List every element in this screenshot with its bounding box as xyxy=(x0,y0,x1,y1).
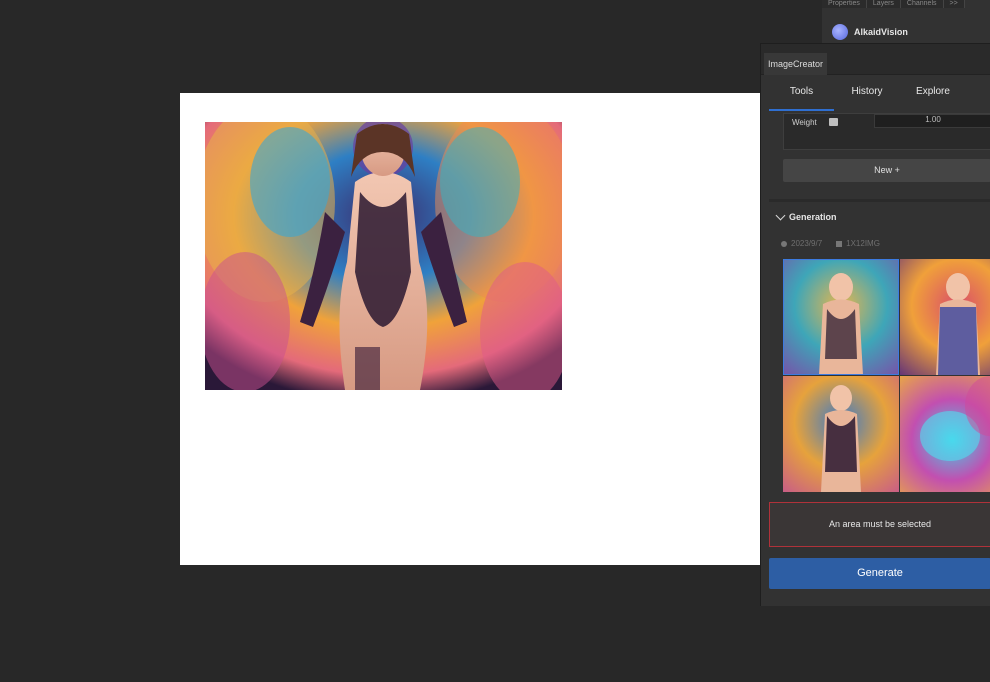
bg-tab-layers[interactable]: Layers xyxy=(866,0,901,8)
subtab-tools[interactable]: Tools xyxy=(769,75,834,111)
weight-label: Weight xyxy=(792,118,817,127)
thumbnail-3-image xyxy=(783,376,899,492)
new-button[interactable]: New + xyxy=(783,159,990,182)
image-icon xyxy=(836,240,843,247)
thumbnail-4[interactable] xyxy=(900,376,990,492)
thumbnail-1[interactable] xyxy=(783,259,899,375)
generation-count: 1X12IMG xyxy=(836,239,880,248)
section-divider xyxy=(769,199,990,202)
panel-overflow-icon[interactable]: >> xyxy=(943,0,965,8)
subtab-explore[interactable]: Explore xyxy=(901,75,965,111)
bg-tab-channels[interactable]: Channels xyxy=(900,0,944,8)
plugin-avatar-icon xyxy=(832,24,848,40)
background-panel: Properties Layers Channels >> AlkaidVisi… xyxy=(822,0,990,44)
generated-thumbnails xyxy=(783,259,990,492)
generation-meta: 2023/9/7 1X12IMG xyxy=(781,239,880,248)
background-panel-tabs: Properties Layers Channels >> xyxy=(822,0,990,8)
document-canvas[interactable] xyxy=(180,93,780,565)
subtab-history[interactable]: History xyxy=(836,75,898,111)
chevron-down-icon xyxy=(775,210,786,221)
generation-title: Generation xyxy=(789,212,837,222)
weight-input[interactable]: 1.00 xyxy=(874,114,990,128)
bg-tab-properties[interactable]: Properties xyxy=(822,0,867,8)
thumbnail-1-image xyxy=(783,259,899,375)
image-creator-panel: ImageCreator Tools History Explore Weigh… xyxy=(760,43,990,606)
canvas-image[interactable] xyxy=(205,122,562,390)
fractal-portrait-image xyxy=(205,122,562,390)
generation-count-text: 1X12IMG xyxy=(846,239,880,248)
generation-date-text: 2023/9/7 xyxy=(791,239,823,248)
selection-warning: An area must be selected xyxy=(769,502,990,547)
thumbnail-3[interactable] xyxy=(783,376,899,492)
thumbnail-4-image xyxy=(900,376,990,492)
tab-image-creator[interactable]: ImageCreator xyxy=(764,53,828,75)
clock-icon xyxy=(781,240,787,247)
plugin-name: AlkaidVision xyxy=(854,27,908,37)
subtab-bar: Tools History Explore xyxy=(761,75,990,111)
generation-header[interactable]: Generation xyxy=(775,210,837,222)
info-icon[interactable] xyxy=(829,118,838,126)
plugin-row[interactable]: AlkaidVision xyxy=(832,24,908,40)
thumbnail-2[interactable] xyxy=(900,259,990,375)
panel-tab-bar: ImageCreator xyxy=(761,44,990,75)
generate-button[interactable]: Generate xyxy=(769,558,990,589)
thumbnail-2-image xyxy=(900,259,990,375)
weight-section: Weight 1.00 xyxy=(783,113,990,150)
generation-date: 2023/9/7 xyxy=(781,239,822,248)
